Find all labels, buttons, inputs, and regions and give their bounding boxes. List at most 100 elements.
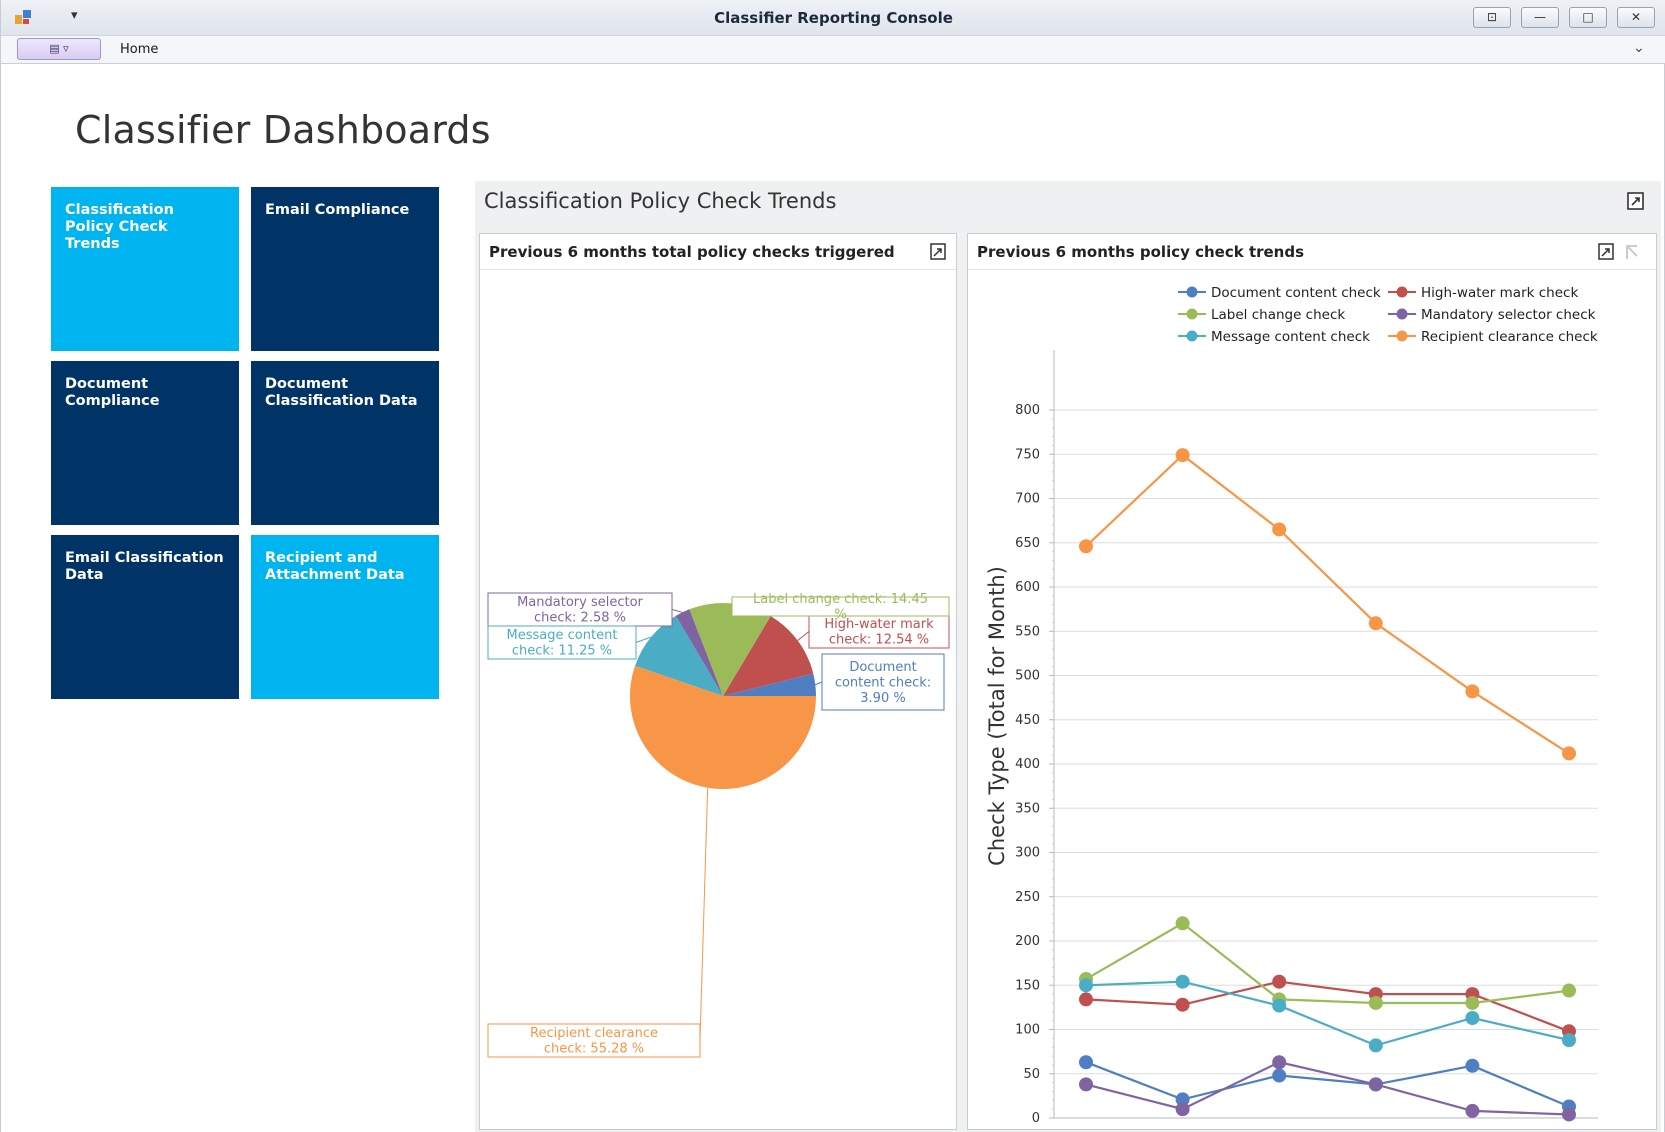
legend-item[interactable]: Label change check: [1178, 307, 1345, 323]
data-point[interactable]: [1175, 916, 1190, 931]
dashboard-title: Classification Policy Check Trends: [484, 189, 837, 213]
data-point[interactable]: [1562, 1107, 1576, 1122]
svg-text:Message content check: Message content check: [1211, 329, 1370, 345]
series-line: [1085, 921, 1570, 1005]
y-tick-label: 800: [1015, 403, 1040, 418]
data-point[interactable]: [1272, 1055, 1287, 1070]
pie-data-label: High-water mark check: 12.54 %: [808, 614, 950, 649]
data-point[interactable]: [1368, 1038, 1383, 1053]
y-tick-label: 450: [1015, 713, 1040, 728]
minimize-button[interactable]: —: [1521, 7, 1559, 28]
data-point[interactable]: [1562, 746, 1576, 761]
data-point[interactable]: [1465, 995, 1480, 1010]
tab-home[interactable]: Home: [120, 42, 158, 57]
export-icon[interactable]: [928, 242, 948, 262]
data-point[interactable]: [1465, 1103, 1480, 1118]
maximize-button[interactable]: □: [1569, 7, 1607, 28]
y-tick-label: 0: [1032, 1111, 1040, 1126]
data-point[interactable]: [1175, 974, 1190, 989]
y-axis-label: Check Type (Total for Month): [985, 566, 1009, 866]
legend-item[interactable]: Message content check: [1178, 329, 1370, 345]
tile-document-compliance[interactable]: Document Compliance: [51, 361, 239, 525]
data-point[interactable]: [1368, 995, 1383, 1010]
tile-document-classification-data[interactable]: Document Classification Data: [251, 361, 439, 525]
data-point[interactable]: [1272, 1068, 1287, 1083]
legend-item[interactable]: Recipient clearance check: [1388, 329, 1598, 345]
ribbon-bar: ▤ ▿ Home ⌄: [1, 36, 1665, 64]
svg-text:Mandatory selector check: Mandatory selector check: [1421, 307, 1596, 323]
legend-item[interactable]: Document content check: [1178, 285, 1381, 301]
svg-text:High-water mark check: High-water mark check: [1421, 285, 1578, 301]
line-chart-title: Previous 6 months policy check trends: [977, 243, 1305, 261]
data-point[interactable]: [1465, 1010, 1480, 1025]
pie-data-label: Document content check: 3.90 %: [821, 653, 945, 711]
maximize-icon: □: [1582, 10, 1594, 24]
tile-classification-policy-check-trends[interactable]: Classification Policy Check Trends: [51, 187, 239, 351]
data-point[interactable]: [1175, 448, 1190, 463]
data-point[interactable]: [1175, 997, 1190, 1012]
data-point[interactable]: [1272, 974, 1287, 989]
data-point[interactable]: [1079, 978, 1093, 993]
y-tick-label: 700: [1015, 492, 1040, 507]
line-chart: Document content check High-water mark ch…: [985, 285, 1598, 1126]
tile-recipient-and-attachment-data[interactable]: Recipient and Attachment Data: [251, 535, 439, 699]
y-tick-label: 600: [1015, 580, 1040, 595]
window-title: Classifier Reporting Console: [714, 9, 953, 27]
y-tick-label: 650: [1015, 536, 1040, 551]
minimize-icon: —: [1534, 10, 1546, 24]
fullscreen-icon: ⊡: [1486, 10, 1498, 24]
series-line: [1085, 453, 1570, 755]
y-tick-label: 100: [1015, 1023, 1040, 1038]
pie-leader-line: [671, 609, 683, 613]
tile-email-compliance[interactable]: Email Compliance: [251, 187, 439, 351]
data-point[interactable]: [1079, 992, 1093, 1007]
tile-email-classification-data[interactable]: Email Classification Data: [51, 535, 239, 699]
data-point[interactable]: [1368, 616, 1383, 631]
y-tick-label: 350: [1015, 801, 1040, 816]
close-button[interactable]: ✕: [1617, 7, 1655, 28]
pie-leader-line: [815, 681, 823, 686]
y-tick-label: 150: [1015, 978, 1040, 993]
data-point[interactable]: [1079, 539, 1093, 554]
svg-text:Recipient clearance check: Recipient clearance check: [1421, 329, 1598, 345]
application-menu-button[interactable]: ▤ ▿: [17, 38, 101, 60]
pie-chart: Document content check: 3.90 % High-water m…: [487, 592, 950, 1058]
line-chart-card: Previous 6 months policy check trends Do…: [967, 233, 1657, 1130]
data-point[interactable]: [1175, 1102, 1190, 1117]
y-tick-label: 500: [1015, 669, 1040, 684]
drill-up-icon[interactable]: [1622, 242, 1642, 262]
app-window: ▾ Classifier Reporting Console ⊡ — □ ✕ ▤…: [0, 0, 1665, 1132]
y-tick-label: 750: [1015, 447, 1040, 462]
data-point[interactable]: [1079, 1077, 1093, 1092]
pie-leader-line: [699, 787, 709, 1041]
svg-text:Document content check: Document content check: [1211, 285, 1381, 301]
series-line: [1085, 980, 1570, 1047]
data-point[interactable]: [1562, 983, 1576, 998]
data-point[interactable]: [1465, 1058, 1480, 1073]
data-point[interactable]: [1465, 684, 1480, 699]
data-point[interactable]: [1368, 1077, 1383, 1092]
y-tick-label: 200: [1015, 934, 1040, 949]
legend-item[interactable]: High-water mark check: [1388, 285, 1578, 301]
y-tick-label: 250: [1015, 890, 1040, 905]
title-bar: ▾ Classifier Reporting Console ⊡ — □ ✕: [1, 0, 1665, 36]
data-point[interactable]: [1079, 1055, 1093, 1070]
fullscreen-button[interactable]: ⊡: [1473, 7, 1511, 28]
export-icon[interactable]: [1625, 190, 1647, 212]
svg-text:Label change check: Label change check: [1211, 307, 1345, 323]
chevron-down-icon[interactable]: ⌄: [1633, 40, 1645, 56]
export-icon[interactable]: [1596, 242, 1616, 262]
legend-item[interactable]: Mandatory selector check: [1388, 307, 1596, 323]
pie-chart-card: Previous 6 months total policy checks tr…: [479, 233, 957, 1130]
series-line: [1085, 1061, 1570, 1108]
data-point[interactable]: [1272, 522, 1287, 537]
pie-data-label: Message content check: 11.25 %: [487, 625, 637, 660]
pie-card-header: Previous 6 months total policy checks tr…: [480, 234, 956, 270]
line-card-header: Previous 6 months policy check trends: [968, 234, 1656, 270]
pie-chart-title: Previous 6 months total policy checks tr…: [489, 243, 895, 261]
data-point[interactable]: [1272, 998, 1287, 1013]
data-point[interactable]: [1562, 1033, 1576, 1048]
svg-text:Message contentcheck: 11.25 %: Message content check: 11.25 %: [507, 628, 618, 659]
y-tick-label: 550: [1015, 624, 1040, 639]
svg-text:Mandatory selectorcheck: 2.58: Mandatory selector check: 2.58 %: [517, 595, 643, 626]
